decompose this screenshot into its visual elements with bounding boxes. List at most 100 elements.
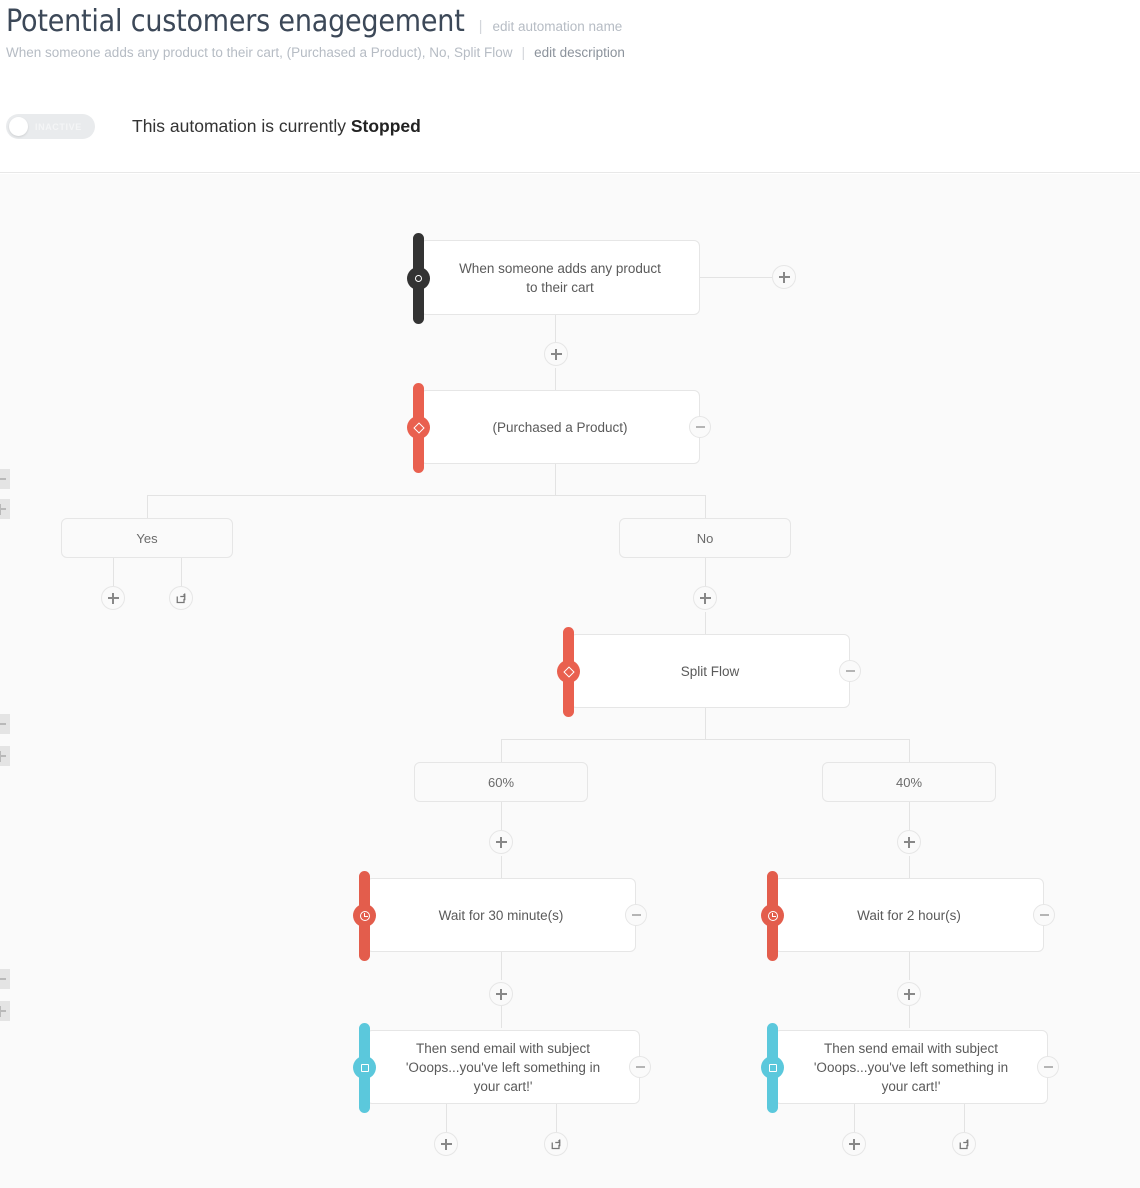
zoom-out-button[interactable] (0, 969, 10, 989)
branch-label-60-percent[interactable]: 60% (414, 762, 588, 802)
plus-icon (848, 1138, 860, 1150)
collapse-button[interactable] (1037, 1056, 1059, 1078)
zoom-in-button[interactable] (0, 746, 10, 766)
collapse-button[interactable] (1033, 904, 1055, 926)
connector (501, 739, 502, 762)
edit-automation-name-link[interactable]: edit automation name (492, 19, 622, 34)
connector (705, 558, 706, 586)
status-message-prefix: This automation is currently (132, 116, 351, 136)
goto-icon (551, 1139, 561, 1150)
automation-active-toggle[interactable]: INACTIVE (6, 114, 95, 139)
minus-icon (1043, 1066, 1053, 1068)
branch-label-text: Yes (136, 530, 158, 546)
connector (446, 1104, 447, 1132)
automation-description: When someone adds any product to their c… (6, 45, 513, 60)
add-step-button[interactable] (101, 586, 125, 610)
flow-node-label: Then send email with subject 'Ooops...yo… (813, 1040, 1009, 1094)
branch-label-text: 60% (487, 774, 515, 790)
connector (147, 495, 706, 496)
title-separator: | (478, 18, 483, 35)
add-step-button[interactable] (544, 342, 568, 366)
plus-icon (495, 836, 507, 848)
connector (705, 612, 706, 634)
goto-step-button[interactable] (544, 1132, 568, 1156)
flow-node-condition[interactable]: (Purchased a Product) (407, 383, 711, 473)
goto-icon (959, 1139, 969, 1150)
flow-node-label: Wait for 2 hour(s) (857, 907, 961, 923)
flow-node-split[interactable]: Split Flow (557, 627, 861, 717)
connector (501, 952, 502, 980)
branch-label-text: No (696, 530, 714, 546)
flow-node-label: (Purchased a Product) (492, 419, 628, 435)
add-step-button[interactable] (897, 982, 921, 1006)
connector (909, 856, 910, 878)
connector (964, 1104, 965, 1132)
plus-icon (778, 271, 790, 283)
branch-label-no[interactable]: No (619, 518, 791, 558)
flow-node-label: Split Flow (680, 663, 740, 679)
clock-icon (353, 904, 376, 927)
flow-node-wait-left[interactable]: Wait for 30 minute(s) (353, 871, 647, 961)
zoom-out-button[interactable] (0, 469, 10, 489)
connector (909, 802, 910, 830)
diamond-icon (557, 660, 580, 683)
connector (700, 277, 772, 278)
plus-icon (903, 988, 915, 1000)
minus-icon (631, 914, 641, 916)
flow-node-email-right[interactable]: Then send email with subject 'Ooops...yo… (761, 1023, 1059, 1113)
status-state: Stopped (350, 116, 421, 136)
goto-icon (176, 593, 186, 604)
minus-icon (695, 426, 705, 428)
connector (501, 856, 502, 878)
description-separator: | (521, 44, 526, 60)
minus-icon (1039, 914, 1049, 916)
connector (113, 558, 114, 586)
title-row: Potential customers enagegement | edit a… (6, 4, 622, 39)
plus-icon (550, 348, 562, 360)
minus-icon (635, 1066, 645, 1068)
add-step-button[interactable] (434, 1132, 458, 1156)
automation-flow-canvas[interactable]: When someone adds any product to their c… (0, 174, 1140, 1188)
branch-label-40-percent[interactable]: 40% (822, 762, 996, 802)
description-row: When someone adds any product to their c… (6, 44, 625, 60)
flow-node-label: Then send email with subject 'Ooops...yo… (405, 1040, 601, 1094)
collapse-button[interactable] (625, 904, 647, 926)
dot-icon (407, 267, 430, 290)
flow-node-label: Wait for 30 minute(s) (438, 907, 564, 923)
connector (556, 1104, 557, 1132)
connector (147, 495, 148, 518)
flow-node-trigger[interactable]: When someone adds any product to their c… (407, 233, 700, 324)
zoom-in-button[interactable] (0, 499, 10, 519)
add-step-button[interactable] (842, 1132, 866, 1156)
flow-node-wait-right[interactable]: Wait for 2 hour(s) (761, 871, 1055, 961)
add-step-button[interactable] (693, 586, 717, 610)
connector (705, 495, 706, 518)
zoom-out-button[interactable] (0, 714, 10, 734)
collapse-button[interactable] (629, 1056, 651, 1078)
branch-label-text: 40% (895, 774, 923, 790)
goto-step-button[interactable] (169, 586, 193, 610)
add-step-button[interactable] (489, 982, 513, 1006)
collapse-button[interactable] (839, 660, 861, 682)
add-step-button[interactable] (897, 830, 921, 854)
automation-status-text: This automation is currently Stopped (132, 114, 421, 139)
connector (909, 1006, 910, 1028)
branch-label-yes[interactable]: Yes (61, 518, 233, 558)
toggle-state-label: INACTIVE (35, 121, 82, 132)
toggle-knob (9, 117, 28, 136)
page-header: Potential customers enagegement | edit a… (0, 0, 1140, 78)
plus-icon (903, 836, 915, 848)
add-step-button[interactable] (489, 830, 513, 854)
clock-icon (761, 904, 784, 927)
connector (501, 739, 909, 740)
flow-node-email-left[interactable]: Then send email with subject 'Ooops...yo… (353, 1023, 651, 1113)
goto-step-button[interactable] (952, 1132, 976, 1156)
flow-node-label: When someone adds any product to their c… (459, 260, 661, 295)
connector (555, 368, 556, 390)
zoom-in-button[interactable] (0, 1001, 10, 1021)
plus-icon (495, 988, 507, 1000)
collapse-button[interactable] (689, 416, 711, 438)
plus-icon (699, 592, 711, 604)
add-step-button[interactable] (772, 265, 796, 289)
edit-description-link[interactable]: edit description (534, 45, 625, 60)
